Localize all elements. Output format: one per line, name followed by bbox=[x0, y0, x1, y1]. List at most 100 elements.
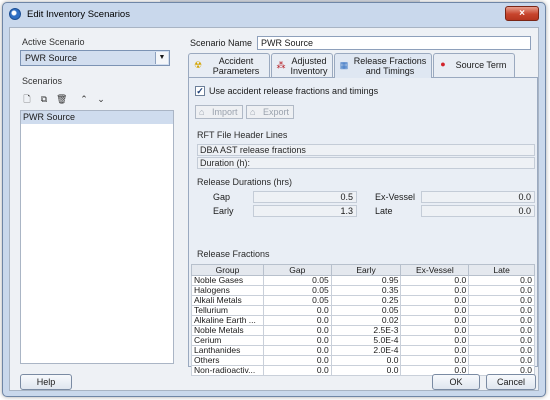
release-fractions-panel: ✓ Use accident release fractions and tim… bbox=[188, 77, 538, 376]
scenarios-label: Scenarios bbox=[22, 76, 63, 86]
use-release-checkbox-row[interactable]: ✓ Use accident release fractions and tim… bbox=[195, 86, 378, 96]
table-header-row: Group Gap Early Ex-Vessel Late bbox=[191, 264, 535, 276]
fraction-cell[interactable]: 0.0 bbox=[468, 325, 535, 336]
cancel-button[interactable]: Cancel bbox=[486, 374, 536, 390]
ok-button[interactable]: OK bbox=[432, 374, 480, 390]
table-row[interactable]: Noble Gases 0.05 0.95 0.0 0.0 bbox=[191, 275, 535, 286]
fraction-cell[interactable]: 0.0 bbox=[400, 315, 470, 326]
scenarios-toolbar: 🗋 ⧉ 🗑 ⌃ ⌄ bbox=[22, 94, 106, 106]
fraction-cell[interactable]: 0.0 bbox=[468, 285, 535, 296]
fraction-cell[interactable]: 0.0 bbox=[400, 325, 470, 336]
red-circle-icon: ● bbox=[440, 59, 446, 69]
fraction-cell[interactable]: 0.0 bbox=[400, 335, 470, 346]
fraction-cell[interactable]: 0.0 bbox=[468, 275, 535, 286]
group-cell[interactable]: Non-radioactiv... bbox=[191, 365, 264, 376]
import-button[interactable]: ⌂ Import bbox=[195, 105, 243, 119]
table-row[interactable]: Alkaline Earth ... 0.0 0.02 0.0 0.0 bbox=[191, 315, 535, 326]
export-button[interactable]: ⌂ Export bbox=[246, 105, 295, 119]
fraction-cell[interactable]: 0.0 bbox=[400, 305, 470, 316]
fraction-cell[interactable]: 0.0 bbox=[400, 285, 470, 296]
table-row[interactable]: Tellurium 0.0 0.05 0.0 0.0 bbox=[191, 305, 535, 316]
import-label: Import bbox=[212, 107, 238, 117]
tab-release-fractions[interactable]: ▦ Release Fractions and Timings bbox=[334, 53, 432, 78]
fraction-cell[interactable]: 0.0 bbox=[262, 305, 332, 316]
tab-accident-parameters[interactable]: ☢ Accident Parameters bbox=[188, 53, 270, 77]
dialog-body: Active Scenario PWR Source ▼ Scenarios 🗋… bbox=[9, 27, 539, 391]
chevron-down-icon[interactable]: ▼ bbox=[155, 52, 168, 64]
group-cell[interactable]: Cerium bbox=[191, 335, 264, 346]
active-scenario-label: Active Scenario bbox=[22, 37, 85, 47]
fraction-cell[interactable]: 0.35 bbox=[330, 285, 402, 296]
fraction-cell[interactable]: 0.0 bbox=[468, 305, 535, 316]
fraction-cell[interactable]: 0.0 bbox=[262, 345, 332, 356]
fraction-cell[interactable]: 0.0 bbox=[400, 345, 470, 356]
fraction-cell[interactable]: 0.0 bbox=[330, 355, 402, 366]
fraction-cell[interactable]: 5.0E-4 bbox=[330, 335, 402, 346]
group-cell[interactable]: Alkaline Earth ... bbox=[191, 315, 264, 326]
tab-source-term[interactable]: ● Source Term bbox=[433, 53, 515, 77]
fraction-cell[interactable]: 0.0 bbox=[468, 295, 535, 306]
copy-icon[interactable]: ⧉ bbox=[39, 94, 49, 105]
move-down-icon[interactable]: ⌄ bbox=[96, 94, 106, 105]
fraction-cell[interactable]: 0.0 bbox=[468, 345, 535, 356]
column-header[interactable]: Early bbox=[330, 264, 402, 276]
help-button[interactable]: Help bbox=[20, 374, 72, 390]
fraction-cell[interactable]: 0.0 bbox=[262, 335, 332, 346]
scenario-name-label: Scenario Name bbox=[190, 38, 253, 48]
tab-label: Accident Parameters bbox=[212, 56, 260, 76]
fraction-cell[interactable]: 0.05 bbox=[330, 305, 402, 316]
use-release-label: Use accident release fractions and timin… bbox=[209, 86, 379, 96]
column-header[interactable]: Late bbox=[468, 264, 535, 276]
group-cell[interactable]: Lanthanides bbox=[191, 345, 264, 356]
close-button[interactable]: × bbox=[505, 6, 539, 21]
fraction-cell[interactable]: 0.0 bbox=[330, 365, 402, 376]
table-row[interactable]: Cerium 0.0 5.0E-4 0.0 0.0 bbox=[191, 335, 535, 346]
column-header[interactable]: Group bbox=[191, 264, 264, 276]
table-row[interactable]: Others 0.0 0.0 0.0 0.0 bbox=[191, 355, 535, 366]
group-cell[interactable]: Noble Gases bbox=[191, 275, 264, 286]
fraction-cell[interactable]: 0.0 bbox=[468, 315, 535, 326]
fraction-cell[interactable]: 0.25 bbox=[330, 295, 402, 306]
group-cell[interactable]: Tellurium bbox=[191, 305, 264, 316]
tab-adjusted-inventory[interactable]: ⁂ Adjusted Inventory bbox=[271, 53, 333, 77]
delete-icon[interactable]: 🗑 bbox=[56, 94, 67, 105]
scenarios-list[interactable]: PWR Source bbox=[20, 110, 174, 364]
radiation-icon: ☢ bbox=[193, 60, 203, 70]
fraction-cell[interactable]: 0.0 bbox=[262, 325, 332, 336]
column-header[interactable]: Ex-Vessel bbox=[400, 264, 470, 276]
group-cell[interactable]: Noble Metals bbox=[191, 325, 264, 336]
rft-header-line-2: Duration (h): bbox=[197, 157, 535, 169]
fraction-cell[interactable]: 0.05 bbox=[262, 275, 332, 286]
list-item[interactable]: PWR Source bbox=[21, 111, 173, 124]
new-icon[interactable]: 🗋 bbox=[22, 94, 32, 105]
fraction-cell[interactable]: 0.0 bbox=[262, 315, 332, 326]
title-bar[interactable]: Edit Inventory Scenarios × bbox=[3, 3, 545, 25]
table-row[interactable]: Noble Metals 0.0 2.5E-3 0.0 0.0 bbox=[191, 325, 535, 336]
fraction-cell[interactable]: 0.0 bbox=[468, 355, 535, 366]
table-row[interactable]: Alkali Metals 0.05 0.25 0.0 0.0 bbox=[191, 295, 535, 306]
table-row[interactable]: Non-radioactiv... 0.0 0.0 0.0 0.0 bbox=[191, 365, 535, 376]
fraction-cell[interactable]: 0.05 bbox=[262, 285, 332, 296]
active-scenario-dropdown[interactable]: PWR Source ▼ bbox=[20, 50, 170, 66]
app-icon bbox=[9, 8, 21, 20]
table-row[interactable]: Lanthanides 0.0 2.0E-4 0.0 0.0 bbox=[191, 345, 535, 356]
fraction-cell[interactable]: 0.0 bbox=[468, 335, 535, 346]
fraction-cell[interactable]: 0.02 bbox=[330, 315, 402, 326]
group-cell[interactable]: Others bbox=[191, 355, 264, 366]
use-release-checkbox[interactable]: ✓ bbox=[195, 86, 205, 96]
group-cell[interactable]: Alkali Metals bbox=[191, 295, 264, 306]
fraction-cell[interactable]: 0.0 bbox=[400, 355, 470, 366]
fraction-cell[interactable]: 0.0 bbox=[262, 355, 332, 366]
fraction-cell[interactable]: 0.95 bbox=[330, 275, 402, 286]
fraction-cell[interactable]: 0.0 bbox=[400, 295, 470, 306]
fraction-cell[interactable]: 2.0E-4 bbox=[330, 345, 402, 356]
fraction-cell[interactable]: 0.0 bbox=[400, 275, 470, 286]
table-row[interactable]: Halogens 0.05 0.35 0.0 0.0 bbox=[191, 285, 535, 296]
column-header[interactable]: Gap bbox=[262, 264, 332, 276]
group-cell[interactable]: Halogens bbox=[191, 285, 264, 296]
scenario-name-input[interactable]: PWR Source bbox=[257, 36, 531, 50]
fraction-cell[interactable]: 0.0 bbox=[262, 365, 332, 376]
fraction-cell[interactable]: 0.05 bbox=[262, 295, 332, 306]
move-up-icon[interactable]: ⌃ bbox=[79, 94, 89, 105]
fraction-cell[interactable]: 2.5E-3 bbox=[330, 325, 402, 336]
